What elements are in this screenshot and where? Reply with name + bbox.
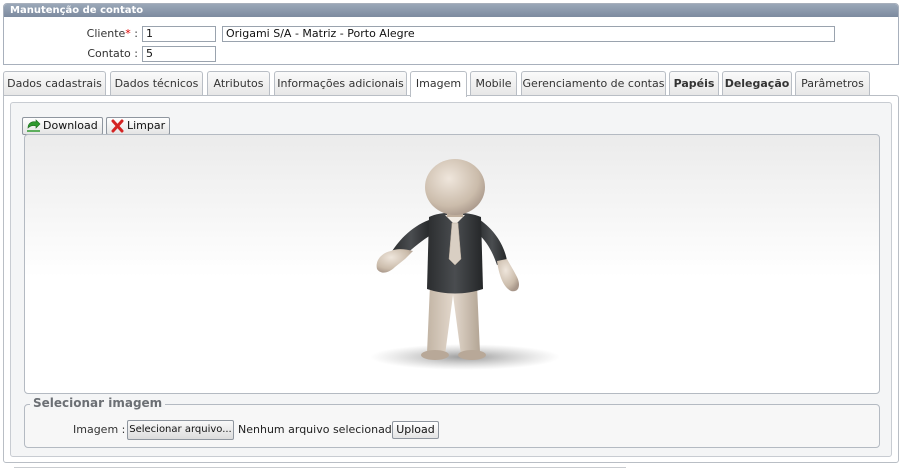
- tab-content-imagem: Download Limpar Selecionar imagem Imagem…: [3, 95, 899, 463]
- download-button[interactable]: Download: [22, 117, 103, 135]
- contact-image-preview: [24, 134, 880, 394]
- image-section: Download Limpar Selecionar imagem Imagem…: [10, 102, 892, 457]
- upload-button[interactable]: Upload: [392, 421, 439, 439]
- limpar-button[interactable]: Limpar: [106, 117, 171, 135]
- tab-dados-tecnicos[interactable]: Dados técnicos: [110, 71, 203, 96]
- contato-label: Contato :: [87, 47, 138, 60]
- cliente-row: Cliente* : 1 Origami S/A - Matriz - Port…: [4, 26, 898, 42]
- cliente-id-input[interactable]: 1: [142, 26, 216, 42]
- default-avatar-figure-icon: [370, 159, 560, 370]
- tab-bar: Dados cadastrais Dados técnicos Atributo…: [3, 71, 899, 97]
- tab-delegacao[interactable]: Delegação: [722, 71, 792, 96]
- tab-papeis[interactable]: Papéis: [669, 71, 719, 96]
- download-label: Download: [43, 119, 98, 132]
- file-status-text: Nenhum arquivo selecionado.: [238, 423, 402, 436]
- tab-dados-cadastrais[interactable]: Dados cadastrais: [3, 71, 106, 96]
- contact-maintenance-panel: Manutenção de contato Cliente* : 1 Origa…: [3, 3, 899, 65]
- select-image-fieldset: Selecionar imagem Imagem : Selecionar ar…: [24, 396, 880, 448]
- cliente-label: Cliente* :: [86, 27, 138, 40]
- contato-row: Contato : 5: [4, 46, 898, 62]
- tab-imagem[interactable]: Imagem: [410, 71, 467, 97]
- tab-informacoes-adicionais[interactable]: Informações adicionais: [274, 71, 407, 96]
- bottom-divider: [14, 467, 626, 468]
- contato-id-input[interactable]: 5: [142, 46, 216, 62]
- cliente-name-input[interactable]: Origami S/A - Matriz - Porto Alegre: [222, 26, 835, 42]
- tab-parametros[interactable]: Parâmetros: [795, 71, 870, 96]
- tab-mobile[interactable]: Mobile: [470, 71, 517, 96]
- red-x-icon: [111, 119, 124, 133]
- select-image-legend: Selecionar imagem: [30, 396, 166, 410]
- tab-atributos[interactable]: Atributos: [207, 71, 270, 96]
- image-label: Imagem :: [73, 423, 126, 436]
- select-file-button[interactable]: Selecionar arquivo...: [127, 420, 234, 440]
- limpar-label: Limpar: [127, 119, 166, 132]
- panel-title: Manutenção de contato: [4, 4, 898, 17]
- tab-gerenciamento-de-contas[interactable]: Gerenciamento de contas: [521, 71, 666, 96]
- download-arrow-icon: [27, 119, 41, 132]
